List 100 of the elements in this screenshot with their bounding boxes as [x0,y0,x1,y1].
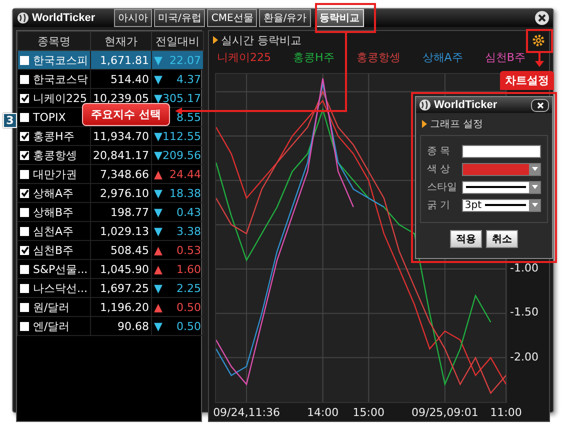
style-dropdown[interactable] [462,180,541,194]
dialog-button[interactable]: 적용 [450,230,482,248]
index-name-cell[interactable]: 한국코스닥 [18,70,90,88]
field-label: 스타일 [427,181,458,194]
checkbox[interactable] [20,302,29,312]
change-cell: ▼ 3.38 [151,222,204,240]
app-title: WorldTicker [32,12,96,24]
checkbox[interactable] [20,226,29,236]
chart-title: 실시간 등락비교 [221,32,302,48]
settings-icon[interactable] [532,34,545,46]
dialog-button[interactable]: 취소 [486,230,518,248]
y-axis-label: -2.00 [510,350,538,364]
index-name-cell[interactable]: 심천B주 [18,240,90,260]
field-label: 종 목 [427,145,452,158]
checkbox[interactable] [20,56,29,64]
callout-label: 차트설정 [500,71,554,90]
color-dropdown[interactable] [462,162,541,176]
change-cell: ▼ 0.43 [151,202,204,222]
checkbox[interactable] [20,112,29,122]
column-header: 현재가 [90,32,152,50]
callout-tooltip: 주요지수 선택 [82,103,170,126]
x-axis-label: 11:00 [490,406,522,419]
price-cell: 198.77 [90,202,152,222]
market-tab[interactable]: 등락비교 [316,9,364,27]
price-cell: 1,697.25 [90,278,152,298]
x-axis-label: 09/25,09:01 [411,406,478,419]
price-cell: 1,029.13 [90,222,152,240]
checkbox[interactable] [20,132,29,140]
column-header: 종목명 [18,32,90,50]
index-name-cell[interactable]: 홍콩항셍 [18,146,90,164]
x-axis-label: 14:00 [306,406,339,419]
price-cell: 7,348.66 [90,164,152,184]
checkbox[interactable] [20,74,29,84]
checkbox[interactable] [20,170,29,178]
section-title: 그래프 설정 [430,118,484,131]
y-axis-label: -1.00 [510,262,538,275]
price-cell: 1,671.81 [90,50,152,70]
price-cell: 20,841.17 [90,146,152,164]
y-axis-label: -1.50 [510,306,538,319]
caret-icon [422,120,427,128]
change-cell: ▲ 0.50 [151,298,204,316]
legend-label: 상해A주 [422,50,463,64]
index-name-cell[interactable]: 심천A주 [18,222,90,240]
price-cell: 1,196.20 [90,298,152,316]
checkbox[interactable] [20,188,29,198]
close-icon[interactable] [535,11,549,25]
index-name-cell[interactable]: 상해A주 [18,184,90,202]
index-name-cell[interactable]: S&P선물... [18,260,90,278]
legend-label: 홍콩항셍 [356,50,400,64]
index-name-cell[interactable]: 홍콩H주 [18,126,90,146]
change-cell: ▼ 18.38 [151,184,204,202]
field-label: 굵 기 [427,199,452,212]
checkbox[interactable] [20,284,29,292]
width-dropdown[interactable]: 3pt [462,198,541,212]
change-cell: ▼112.55 [151,126,204,146]
field-label: 색 상 [427,163,452,176]
price-cell: 90.68 [90,316,152,336]
change-cell: ▼ 0.50 [151,316,204,336]
price-cell: 1,045.90 [90,260,152,278]
close-icon[interactable] [531,98,549,112]
change-cell: ▲ 1.60 [151,260,204,278]
highlight-frame [315,3,376,33]
legend-label: 심천B주 [484,50,526,64]
market-tab[interactable]: 환율/유가 [259,9,311,27]
dropdown-arrow-icon [532,185,538,189]
index-name-cell[interactable]: 대만가권 [18,164,90,184]
index-name-cell[interactable]: 한국코스피 [18,50,90,70]
dropdown-arrow-icon [532,203,538,207]
index-name-cell[interactable]: 나스닥선... [18,278,90,298]
arrow-icon [535,52,544,67]
column-header: 전일대비 [151,32,204,50]
market-tab[interactable]: 아시아 [114,9,152,27]
change-cell: ▼ 2.25 [151,278,204,298]
checkbox[interactable] [20,150,29,160]
change-cell: ▲ 24.44 [151,164,204,184]
checkbox[interactable] [20,208,29,216]
dropdown-arrow-icon [532,167,538,171]
change-cell: ▼ 22.07 [151,50,204,70]
market-tab[interactable]: 미국/유럽 [154,9,206,27]
price-cell: 514.40 [90,70,152,88]
index-name-cell[interactable]: 원/달러 [18,298,90,316]
x-axis-label: 15:00 [352,406,384,419]
checkbox[interactable] [20,322,29,330]
name-field[interactable] [462,144,541,158]
index-name-cell[interactable]: 엔/달러 [18,316,90,336]
change-cell: ▼ 4.37 [151,70,204,88]
index-name-cell[interactable]: 상해B주 [18,202,90,222]
x-axis-label: 09/24,11:36 [213,406,280,419]
globe-icon [419,99,431,111]
checkbox[interactable] [20,94,29,102]
market-tab[interactable]: CME선물 [207,9,258,27]
legend-label: 니케이225 [217,50,271,64]
highlight-frame [526,29,553,53]
price-cell: 2,976.10 [90,184,152,202]
step-badge: 3 [3,113,17,128]
change-cell: ▲ 0.53 [151,240,204,260]
checkbox[interactable] [20,264,29,274]
price-cell: 508.45 [90,240,152,260]
legend-label: 홍콩H주 [293,50,334,64]
checkbox[interactable] [20,246,29,254]
